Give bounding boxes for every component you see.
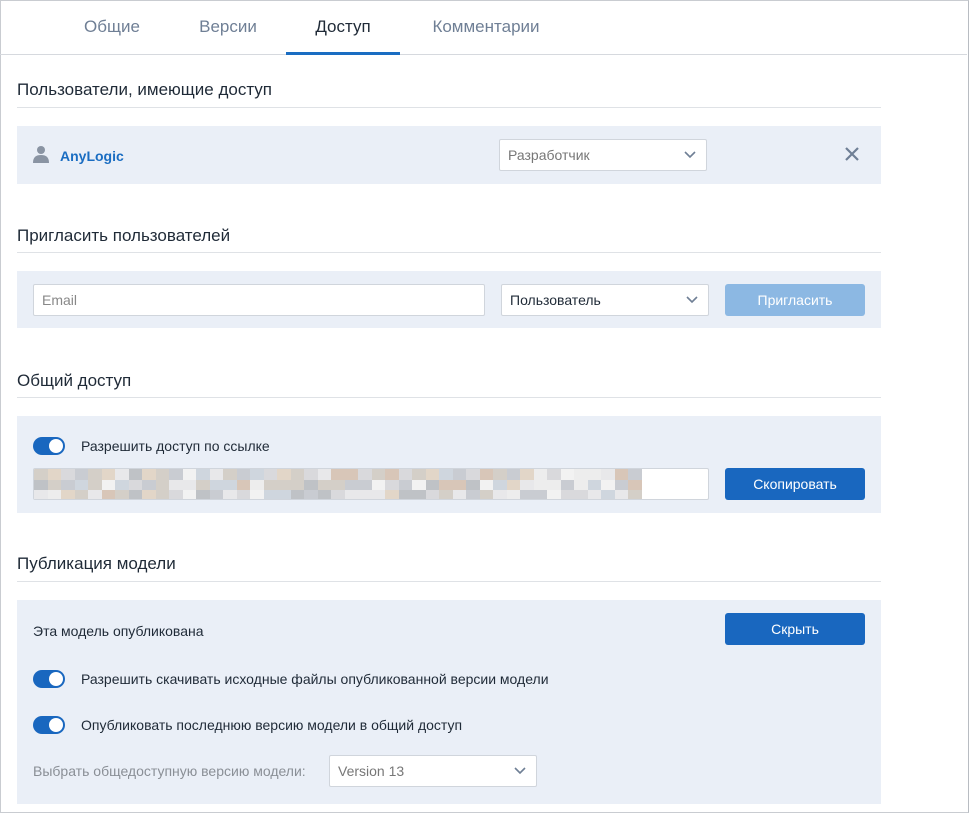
users-section-title: Пользователи, имеющие доступ: [17, 80, 273, 99]
user-role-select[interactable]: Разработчик: [499, 139, 707, 171]
invite-role-value: Пользователь: [510, 292, 601, 308]
public-version-select[interactable]: Version 13: [329, 755, 537, 787]
user-role-value: Разработчик: [508, 147, 590, 163]
shared-section-title: Общий доступ: [17, 371, 132, 390]
download-sources-toggle[interactable]: [33, 670, 65, 688]
public-version-value: Version 13: [338, 763, 405, 779]
tab-bar: Общие Версии Доступ Комментарии: [0, 0, 967, 55]
user-name[interactable]: AnyLogic: [60, 148, 124, 164]
invite-button[interactable]: Пригласить: [725, 284, 865, 316]
email-input[interactable]: Email: [33, 284, 485, 316]
divider: [17, 581, 881, 582]
tab-comments[interactable]: Комментарии: [418, 0, 554, 55]
publish-section-title: Публикация модели: [17, 554, 176, 573]
tab-access[interactable]: Доступ: [286, 0, 400, 55]
divider: [17, 252, 881, 253]
tab-general[interactable]: Общие: [76, 0, 148, 55]
tab-versions[interactable]: Версии: [188, 0, 268, 55]
share-link-field[interactable]: [33, 468, 709, 500]
publish-panel: Эта модель опубликована Скрыть Разрешить…: [17, 600, 881, 804]
divider: [17, 397, 881, 398]
chevron-down-icon: [686, 296, 698, 304]
email-placeholder: Email: [42, 292, 78, 308]
shared-panel: Разрешить доступ по ссылке Скопировать: [17, 416, 881, 513]
invite-section-title: Пригласить пользователей: [17, 226, 231, 245]
chevron-down-icon: [684, 151, 696, 159]
invite-role-select[interactable]: Пользователь: [501, 284, 709, 316]
copy-button[interactable]: Скопировать: [725, 468, 865, 500]
published-status-text: Эта модель опубликована: [33, 623, 204, 639]
invite-panel: Email Пользователь Пригласить: [17, 271, 881, 328]
hide-button[interactable]: Скрыть: [725, 613, 865, 645]
link-access-toggle[interactable]: [33, 437, 65, 455]
chevron-down-icon: [514, 767, 526, 775]
user-icon: [33, 146, 49, 163]
user-row: AnyLogic Разработчик: [17, 126, 881, 184]
link-access-label: Разрешить доступ по ссылке: [81, 438, 270, 454]
download-sources-label: Разрешить скачивать исходные файлы опубл…: [81, 671, 549, 687]
close-icon[interactable]: [843, 145, 861, 163]
divider: [17, 107, 881, 108]
publish-latest-toggle[interactable]: [33, 716, 65, 734]
version-select-label: Выбрать общедоступную версию модели:: [33, 763, 306, 779]
blurred-link: [34, 469, 654, 499]
publish-latest-label: Опубликовать последнюю версию модели в о…: [81, 717, 463, 733]
